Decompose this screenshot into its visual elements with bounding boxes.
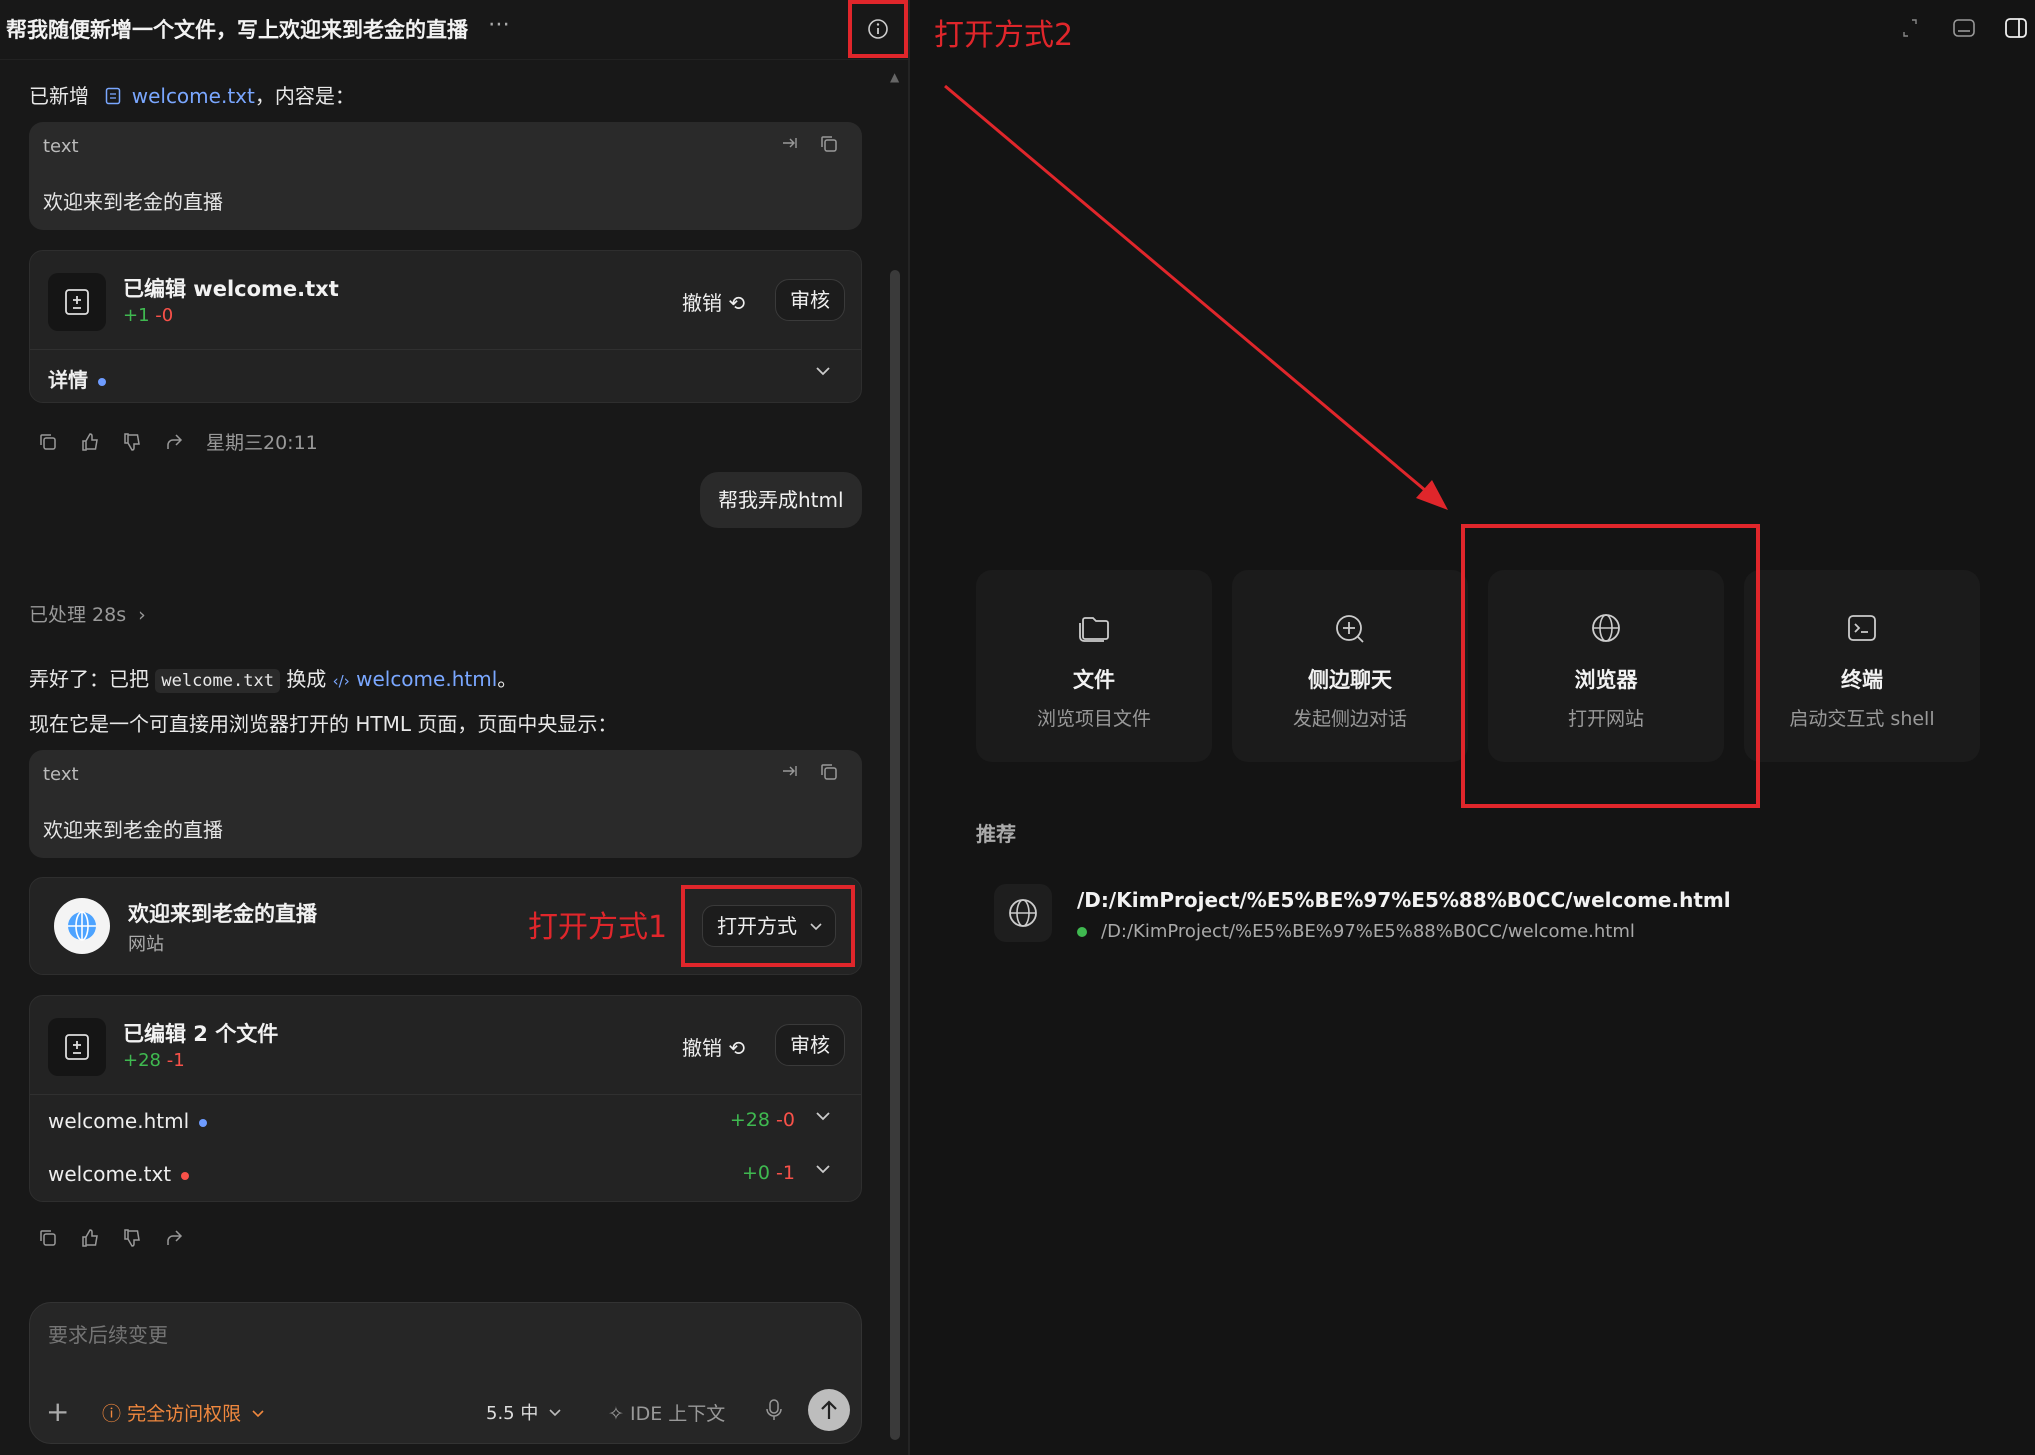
tile-title: 终端 — [1841, 668, 1883, 692]
tile-subtitle: 浏览项目文件 — [1036, 708, 1151, 730]
tile-title: 文件 — [1073, 668, 1115, 692]
recommend-item-title[interactable]: /D:/KimProject/%E5%BE%97%E5%88%B0CC/welc… — [1077, 888, 1731, 912]
annotation-highlight-box-2 — [1461, 524, 1760, 808]
status-dot — [1077, 927, 1087, 937]
tile-files[interactable]: 文件 浏览项目文件 — [976, 570, 1212, 762]
tile-subtitle: 启动交互式 shell — [1789, 708, 1935, 730]
chat-plus-icon — [1336, 615, 1364, 643]
tile-subtitle: 发起侧边对话 — [1292, 708, 1407, 730]
terminal-icon — [1848, 615, 1876, 641]
tile-side-chat[interactable]: 侧边聊天 发起侧边对话 — [1232, 570, 1468, 762]
recommend-item-subtitle: /D:/KimProject/%E5%BE%97%E5%88%B0CC/welc… — [1077, 921, 1635, 942]
tile-terminal[interactable]: 终端 启动交互式 shell — [1744, 570, 1980, 762]
globe-icon — [1009, 899, 1037, 927]
folder-icon — [1079, 617, 1109, 642]
tile-title: 侧边聊天 — [1308, 668, 1392, 692]
recommend-item-icon[interactable] — [994, 884, 1052, 942]
recommend-heading: 推荐 — [976, 822, 1016, 846]
